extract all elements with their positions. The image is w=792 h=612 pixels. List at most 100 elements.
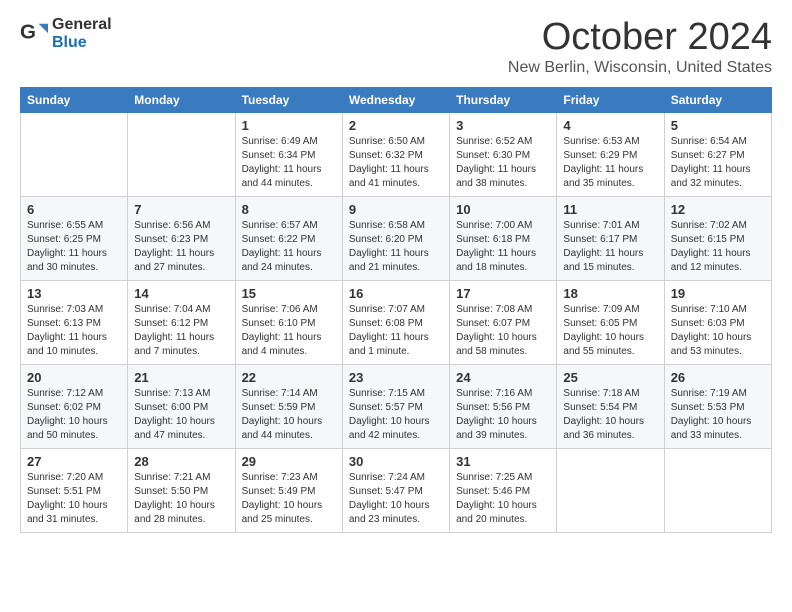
calendar-cell: 1 Sunrise: 6:49 AM Sunset: 6:34 PM Daylig… xyxy=(235,113,342,197)
day-info: Sunrise: 7:00 AM Sunset: 6:18 PM Dayligh… xyxy=(456,219,550,275)
day-info: Sunrise: 7:07 AM Sunset: 6:08 PM Dayligh… xyxy=(349,303,443,359)
header-tuesday: Tuesday xyxy=(235,88,342,113)
day-number: 21 xyxy=(134,370,228,385)
calendar-week-5: 27 Sunrise: 7:20 AM Sunset: 5:51 PM Dayli… xyxy=(21,449,772,533)
day-number: 14 xyxy=(134,286,228,301)
calendar-cell xyxy=(128,113,235,197)
day-info: Sunrise: 6:50 AM Sunset: 6:32 PM Dayligh… xyxy=(349,135,443,191)
location-subtitle: New Berlin, Wisconsin, United States xyxy=(508,59,772,77)
day-number: 12 xyxy=(671,202,765,217)
day-number: 16 xyxy=(349,286,443,301)
calendar-week-1: 1 Sunrise: 6:49 AM Sunset: 6:34 PM Daylig… xyxy=(21,113,772,197)
calendar-week-4: 20Sunrise: 7:12 AM Sunset: 6:02 PM Dayli… xyxy=(21,365,772,449)
calendar-cell: 28 Sunrise: 7:21 AM Sunset: 5:50 PM Dayli… xyxy=(128,449,235,533)
calendar-cell: 20Sunrise: 7:12 AM Sunset: 6:02 PM Dayli… xyxy=(21,365,128,449)
day-info: Sunrise: 7:08 AM Sunset: 6:07 PM Dayligh… xyxy=(456,303,550,359)
calendar-cell: 14 Sunrise: 7:04 AM Sunset: 6:12 PM Dayli… xyxy=(128,281,235,365)
day-info: Sunrise: 7:13 AM Sunset: 6:00 PM Dayligh… xyxy=(134,387,228,443)
day-number: 6 xyxy=(27,202,121,217)
calendar-cell: 10 Sunrise: 7:00 AM Sunset: 6:18 PM Dayli… xyxy=(450,197,557,281)
day-info: Sunrise: 7:20 AM Sunset: 5:51 PM Dayligh… xyxy=(27,471,121,527)
calendar-cell: 12Sunrise: 7:02 AM Sunset: 6:15 PM Dayli… xyxy=(664,197,771,281)
calendar-cell: 21 Sunrise: 7:13 AM Sunset: 6:00 PM Dayli… xyxy=(128,365,235,449)
day-number: 19 xyxy=(671,286,765,301)
day-info: Sunrise: 6:53 AM Sunset: 6:29 PM Dayligh… xyxy=(563,135,657,191)
day-info: Sunrise: 6:55 AM Sunset: 6:25 PM Dayligh… xyxy=(27,219,121,275)
day-info: Sunrise: 6:52 AM Sunset: 6:30 PM Dayligh… xyxy=(456,135,550,191)
day-number: 23 xyxy=(349,370,443,385)
day-number: 2 xyxy=(349,118,443,133)
day-number: 13 xyxy=(27,286,121,301)
day-info: Sunrise: 7:15 AM Sunset: 5:57 PM Dayligh… xyxy=(349,387,443,443)
logo: G General Blue xyxy=(20,16,112,51)
calendar-cell: 25 Sunrise: 7:18 AM Sunset: 5:54 PM Dayli… xyxy=(557,365,664,449)
calendar-cell xyxy=(664,449,771,533)
header-sunday: Sunday xyxy=(21,88,128,113)
day-info: Sunrise: 7:04 AM Sunset: 6:12 PM Dayligh… xyxy=(134,303,228,359)
day-number: 10 xyxy=(456,202,550,217)
day-number: 11 xyxy=(563,202,657,217)
calendar-cell: 6 Sunrise: 6:55 AM Sunset: 6:25 PM Daylig… xyxy=(21,197,128,281)
day-info: Sunrise: 7:14 AM Sunset: 5:59 PM Dayligh… xyxy=(242,387,336,443)
calendar-cell: 22 Sunrise: 7:14 AM Sunset: 5:59 PM Dayli… xyxy=(235,365,342,449)
day-number: 25 xyxy=(563,370,657,385)
day-number: 22 xyxy=(242,370,336,385)
calendar-cell: 30 Sunrise: 7:24 AM Sunset: 5:47 PM Dayli… xyxy=(342,449,449,533)
calendar-cell: 27 Sunrise: 7:20 AM Sunset: 5:51 PM Dayli… xyxy=(21,449,128,533)
calendar-cell: 2 Sunrise: 6:50 AM Sunset: 6:32 PM Daylig… xyxy=(342,113,449,197)
calendar-cell: 31 Sunrise: 7:25 AM Sunset: 5:46 PM Dayli… xyxy=(450,449,557,533)
logo-general: General xyxy=(52,16,112,34)
day-info: Sunrise: 7:24 AM Sunset: 5:47 PM Dayligh… xyxy=(349,471,443,527)
logo-blue: Blue xyxy=(52,34,112,52)
day-info: Sunrise: 7:19 AM Sunset: 5:53 PM Dayligh… xyxy=(671,387,765,443)
day-info: Sunrise: 7:01 AM Sunset: 6:17 PM Dayligh… xyxy=(563,219,657,275)
day-number: 9 xyxy=(349,202,443,217)
day-info: Sunrise: 6:58 AM Sunset: 6:20 PM Dayligh… xyxy=(349,219,443,275)
day-number: 30 xyxy=(349,454,443,469)
day-number: 24 xyxy=(456,370,550,385)
day-info: Sunrise: 6:49 AM Sunset: 6:34 PM Dayligh… xyxy=(242,135,336,191)
logo-text: General Blue xyxy=(52,16,112,51)
calendar-cell: 7 Sunrise: 6:56 AM Sunset: 6:23 PM Daylig… xyxy=(128,197,235,281)
day-number: 17 xyxy=(456,286,550,301)
day-info: Sunrise: 7:18 AM Sunset: 5:54 PM Dayligh… xyxy=(563,387,657,443)
page-header: G General Blue October 2024 New Berlin, … xyxy=(20,16,772,77)
day-info: Sunrise: 7:23 AM Sunset: 5:49 PM Dayligh… xyxy=(242,471,336,527)
calendar-cell: 19 Sunrise: 7:10 AM Sunset: 6:03 PM Dayli… xyxy=(664,281,771,365)
day-number: 28 xyxy=(134,454,228,469)
calendar-cell: 18 Sunrise: 7:09 AM Sunset: 6:05 PM Dayli… xyxy=(557,281,664,365)
calendar-header-row: SundayMondayTuesdayWednesdayThursdayFrid… xyxy=(21,88,772,113)
day-info: Sunrise: 7:16 AM Sunset: 5:56 PM Dayligh… xyxy=(456,387,550,443)
day-number: 18 xyxy=(563,286,657,301)
day-number: 27 xyxy=(27,454,121,469)
calendar-cell xyxy=(21,113,128,197)
day-number: 31 xyxy=(456,454,550,469)
day-number: 8 xyxy=(242,202,336,217)
day-info: Sunrise: 7:10 AM Sunset: 6:03 PM Dayligh… xyxy=(671,303,765,359)
day-info: Sunrise: 7:09 AM Sunset: 6:05 PM Dayligh… xyxy=(563,303,657,359)
calendar-cell: 5 Sunrise: 6:54 AM Sunset: 6:27 PM Daylig… xyxy=(664,113,771,197)
header-friday: Friday xyxy=(557,88,664,113)
day-info: Sunrise: 7:12 AM Sunset: 6:02 PM Dayligh… xyxy=(27,387,121,443)
calendar-table: SundayMondayTuesdayWednesdayThursdayFrid… xyxy=(20,87,772,533)
day-number: 3 xyxy=(456,118,550,133)
calendar-cell: 8Sunrise: 6:57 AM Sunset: 6:22 PM Daylig… xyxy=(235,197,342,281)
header-saturday: Saturday xyxy=(664,88,771,113)
calendar-week-3: 13Sunrise: 7:03 AM Sunset: 6:13 PM Dayli… xyxy=(21,281,772,365)
calendar-cell: 16 Sunrise: 7:07 AM Sunset: 6:08 PM Dayli… xyxy=(342,281,449,365)
calendar-cell: 15Sunrise: 7:06 AM Sunset: 6:10 PM Dayli… xyxy=(235,281,342,365)
day-info: Sunrise: 6:54 AM Sunset: 6:27 PM Dayligh… xyxy=(671,135,765,191)
day-info: Sunrise: 6:56 AM Sunset: 6:23 PM Dayligh… xyxy=(134,219,228,275)
day-number: 7 xyxy=(134,202,228,217)
day-info: Sunrise: 7:06 AM Sunset: 6:10 PM Dayligh… xyxy=(242,303,336,359)
header-monday: Monday xyxy=(128,88,235,113)
calendar-cell xyxy=(557,449,664,533)
calendar-cell: 4Sunrise: 6:53 AM Sunset: 6:29 PM Daylig… xyxy=(557,113,664,197)
day-info: Sunrise: 7:25 AM Sunset: 5:46 PM Dayligh… xyxy=(456,471,550,527)
day-number: 5 xyxy=(671,118,765,133)
calendar-cell: 26 Sunrise: 7:19 AM Sunset: 5:53 PM Dayli… xyxy=(664,365,771,449)
day-number: 1 xyxy=(242,118,336,133)
svg-text:G: G xyxy=(20,20,36,43)
day-info: Sunrise: 7:21 AM Sunset: 5:50 PM Dayligh… xyxy=(134,471,228,527)
day-number: 26 xyxy=(671,370,765,385)
